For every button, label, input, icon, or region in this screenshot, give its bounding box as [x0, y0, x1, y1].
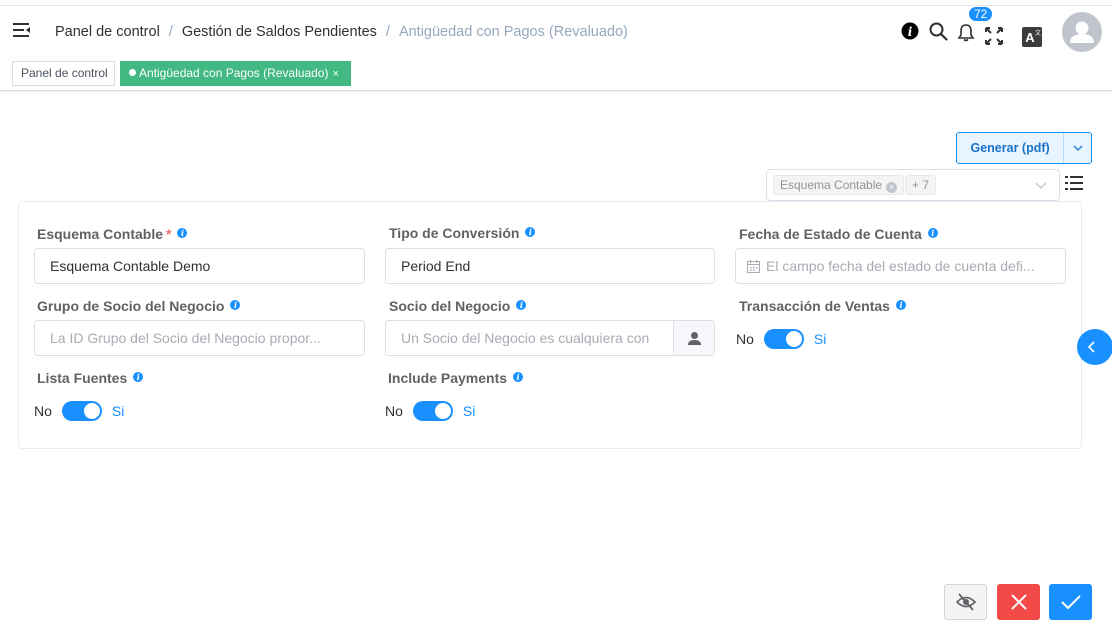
- grupo-socio-placeholder: La ID Grupo del Socio del Negocio propor…: [50, 330, 321, 346]
- more-chip: + 7: [905, 175, 937, 195]
- grupo-socio-label: Grupo de Socio del Negocio i: [37, 298, 241, 314]
- schema-multiselect[interactable]: Esquema Contable × + 7: [766, 169, 1060, 201]
- bell-icon[interactable]: [957, 23, 975, 42]
- close-icon: [1010, 594, 1027, 610]
- switch-knob: [434, 403, 451, 419]
- tag-dashboard[interactable]: Panel de control: [12, 61, 115, 86]
- chip-close-icon[interactable]: ×: [886, 182, 898, 193]
- tag-antiguedad-label: Antigüedad con Pagos (Revaluado): [139, 66, 329, 80]
- schema-chip: Esquema Contable ×: [773, 175, 905, 195]
- info-icon[interactable]: i: [177, 228, 188, 238]
- tags-view-bar: Panel de control Antigüedad con Pagos (R…: [0, 57, 1112, 91]
- user-avatar[interactable]: [1062, 12, 1102, 52]
- confirm-button[interactable]: [1049, 584, 1092, 620]
- user-icon: [687, 331, 701, 345]
- generate-pdf-button[interactable]: Generar (pdf): [956, 132, 1092, 164]
- include-payments-label: Include Payments i: [388, 370, 524, 386]
- tipo-conversion-value: Period End: [401, 258, 471, 274]
- switch-off-label: No: [736, 331, 754, 347]
- info-icon[interactable]: i: [895, 300, 906, 310]
- switch-off-label: No: [385, 403, 403, 419]
- chevron-down-icon: [1073, 145, 1083, 151]
- chevron-down-icon: [1035, 182, 1047, 189]
- parameters-panel: Esquema Contable * i Esquema Contable Demo…: [18, 201, 1082, 449]
- tipo-conversion-field[interactable]: Period End: [385, 248, 715, 284]
- user-icon: [1070, 21, 1094, 43]
- transaccion-ventas-switch[interactable]: [763, 329, 804, 349]
- side-panel-toggle[interactable]: [1077, 329, 1112, 365]
- switch-knob: [785, 331, 802, 347]
- include-payments-switch[interactable]: [412, 401, 453, 421]
- cancel-button[interactable]: [997, 584, 1040, 620]
- info-icon[interactable]: i: [513, 372, 524, 382]
- socio-negocio-label: Socio del Negocio i: [389, 298, 527, 314]
- menu-fold-icon[interactable]: [13, 22, 31, 38]
- active-dot-icon: [129, 69, 136, 76]
- close-tag-icon[interactable]: ×: [332, 68, 338, 80]
- svg-text:i: i: [908, 25, 913, 39]
- info-icon[interactable]: i: [525, 227, 536, 237]
- switch-off-label: No: [34, 403, 52, 419]
- transaccion-ventas-label: Transacción de Ventas i: [739, 298, 906, 314]
- translate-icon[interactable]: A 文: [1022, 27, 1042, 47]
- tag-dashboard-label: Panel de control: [21, 66, 108, 80]
- generate-dropdown-toggle[interactable]: [1063, 133, 1091, 163]
- switch-on-label: Si: [813, 331, 827, 347]
- eye-slash-icon: [955, 593, 976, 611]
- include-payments-switch-row: No Si: [385, 401, 475, 421]
- fecha-estado-field[interactable]: El campo fecha del estado de cuenta defi…: [735, 248, 1066, 284]
- switch-knob: [83, 403, 100, 419]
- socio-search-button[interactable]: [673, 321, 714, 355]
- fecha-estado-placeholder: El campo fecha del estado de cuenta defi…: [766, 258, 1035, 274]
- check-icon: [1060, 595, 1081, 609]
- info-icon[interactable]: i: [927, 228, 938, 238]
- list-icon[interactable]: [1065, 175, 1083, 191]
- chevron-left-icon: [1087, 341, 1095, 353]
- breadcrumb: Panel de control / Gestión de Saldos Pen…: [55, 24, 628, 40]
- info-icon[interactable]: i: [230, 300, 241, 310]
- generate-pdf-label: Generar (pdf): [970, 141, 1050, 155]
- switch-on-label: Si: [111, 403, 125, 419]
- breadcrumb-separator: /: [168, 24, 173, 40]
- tipo-conversion-label: Tipo de Conversión i: [389, 225, 536, 241]
- calendar-icon: [747, 260, 760, 273]
- svg-text:文: 文: [1035, 29, 1041, 37]
- tag-antiguedad[interactable]: Antigüedad con Pagos (Revaluado) ×: [120, 61, 351, 86]
- lista-fuentes-switch-row: No Si: [34, 401, 124, 421]
- socio-negocio-placeholder: Un Socio del Negocio es cualquiera con: [401, 330, 650, 346]
- grupo-socio-field[interactable]: La ID Grupo del Socio del Negocio propor…: [34, 320, 365, 356]
- lista-fuentes-switch[interactable]: [61, 401, 102, 421]
- svg-text:A: A: [1025, 30, 1035, 45]
- breadcrumb-item-saldos[interactable]: Gestión de Saldos Pendientes: [182, 24, 377, 40]
- fullscreen-icon[interactable]: [985, 27, 1003, 45]
- clear-button[interactable]: [944, 584, 987, 620]
- esquema-contable-field[interactable]: Esquema Contable Demo: [34, 248, 365, 284]
- info-icon[interactable]: i: [133, 372, 144, 382]
- socio-negocio-field[interactable]: Un Socio del Negocio es cualquiera con: [385, 320, 715, 356]
- fecha-estado-label: Fecha de Estado de Cuenta i: [739, 226, 938, 242]
- top-navbar: Panel de control / Gestión de Saldos Pen…: [0, 5, 1112, 57]
- breadcrumb-item-current: Antigüedad con Pagos (Revaluado): [398, 24, 628, 40]
- notification-badge: 72: [968, 6, 994, 22]
- required-mark: *: [166, 226, 172, 242]
- transaccion-ventas-switch-row: No Si: [736, 329, 826, 349]
- switch-on-label: Si: [462, 403, 476, 419]
- esquema-contable-label: Esquema Contable * i: [37, 226, 188, 242]
- search-icon[interactable]: [929, 22, 948, 41]
- breadcrumb-item-dashboard[interactable]: Panel de control: [55, 24, 160, 40]
- schema-chip-label: Esquema Contable: [780, 178, 883, 192]
- lista-fuentes-label: Lista Fuentes i: [37, 370, 144, 386]
- info-icon[interactable]: i: [901, 22, 919, 40]
- breadcrumb-separator: /: [385, 24, 390, 40]
- esquema-contable-value: Esquema Contable Demo: [50, 258, 211, 274]
- info-icon[interactable]: i: [516, 300, 527, 310]
